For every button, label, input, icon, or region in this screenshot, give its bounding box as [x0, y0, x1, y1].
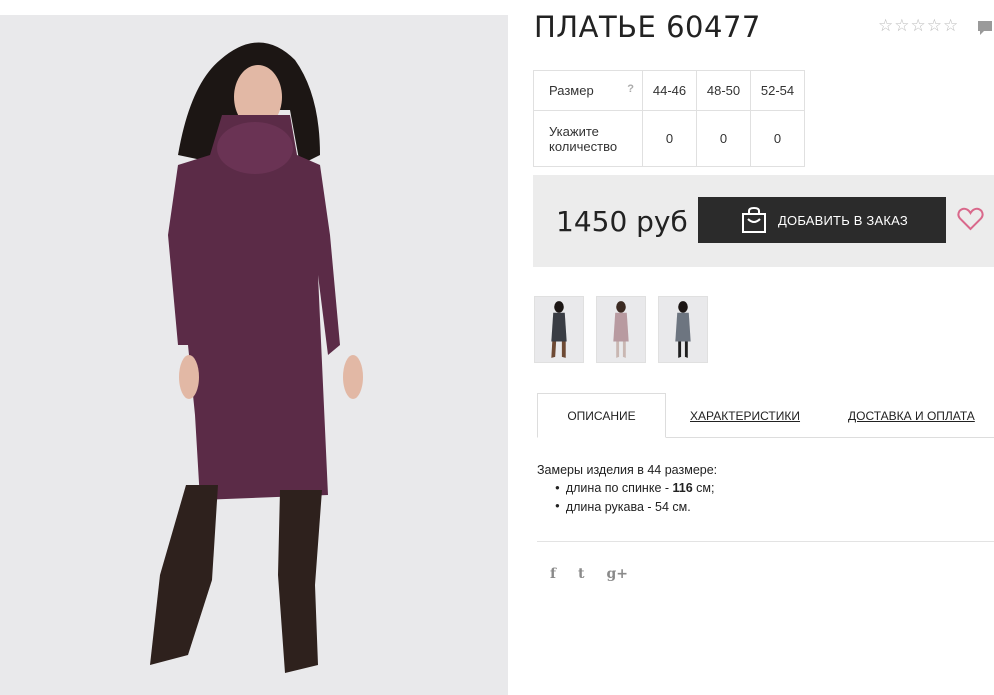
thumbnail-3[interactable]	[658, 296, 708, 363]
description-panel: Замеры изделия в 44 размере: длина по сп…	[537, 461, 717, 516]
star-icon[interactable]: ☆	[927, 17, 942, 34]
size-row-label: Размер ?	[533, 70, 643, 111]
star-icon[interactable]: ☆	[894, 17, 909, 34]
thumbnail-1[interactable]	[534, 296, 584, 363]
size-label: Размер	[549, 83, 594, 98]
quantity-input-48-50[interactable]: 0	[696, 110, 751, 167]
star-icon[interactable]: ☆	[911, 17, 926, 34]
facebook-icon[interactable]: f	[550, 566, 556, 582]
wishlist-heart-icon[interactable]	[957, 206, 984, 232]
tab-description[interactable]: ОПИСАНИЕ	[537, 393, 666, 438]
thumbnail-gallery	[534, 296, 708, 363]
rating-stars[interactable]: ☆ ☆ ☆ ☆ ☆	[878, 17, 958, 34]
social-share: f t g+	[550, 566, 628, 582]
tab-delivery-payment[interactable]: ДОСТАВКА И ОПЛАТА	[848, 393, 975, 438]
divider	[537, 541, 994, 542]
quantity-input-44-46[interactable]: 0	[642, 110, 697, 167]
shopping-bag-icon	[742, 206, 766, 233]
price: 1450 руб	[556, 205, 688, 238]
google-plus-icon[interactable]: g+	[607, 566, 629, 582]
size-52-54: 52-54	[750, 70, 805, 111]
measurement-text: длина рукава - 54 см.	[565, 499, 691, 514]
size-44-46: 44-46	[642, 70, 697, 111]
thumbnail-2[interactable]	[596, 296, 646, 363]
list-item: длина рукава - 54 см.	[555, 498, 717, 517]
size-help-icon[interactable]: ?	[627, 83, 634, 95]
main-product-photo[interactable]	[0, 15, 508, 695]
description-intro: Замеры изделия в 44 размере:	[537, 463, 718, 477]
price-box: 1450 руб ДОБАВИТЬ В ЗАКАЗ	[533, 175, 994, 267]
quantity-label: Укажите количество	[533, 110, 643, 167]
add-to-order-button[interactable]: ДОБАВИТЬ В ЗАКАЗ	[698, 197, 946, 243]
measurement-unit: см;	[692, 481, 715, 495]
product-tabs: ОПИСАНИЕ ХАРАКТЕРИСТИКИ ДОСТАВКА И ОПЛАТ…	[537, 393, 994, 438]
measurements-list: длина по спинке - 116 см; длина рукава -…	[555, 479, 717, 516]
quantity-input-52-54[interactable]: 0	[750, 110, 805, 167]
twitter-icon[interactable]: t	[578, 566, 584, 582]
size-48-50: 48-50	[696, 70, 751, 111]
measurement-value: 116	[672, 481, 693, 495]
star-icon[interactable]: ☆	[943, 17, 958, 34]
comment-icon[interactable]	[977, 20, 993, 36]
tab-characteristics[interactable]: ХАРАКТЕРИСТИКИ	[690, 393, 800, 438]
size-table: Размер ? 44-46 48-50 52-54 Укажите колич…	[533, 70, 805, 167]
product-title: ПЛАТЬЕ 60477	[534, 10, 761, 44]
star-icon[interactable]: ☆	[878, 17, 893, 34]
add-to-order-label: ДОБАВИТЬ В ЗАКАЗ	[778, 212, 908, 228]
measurement-text: длина по спинке -	[565, 481, 673, 495]
list-item: длина по спинке - 116 см;	[555, 479, 717, 498]
